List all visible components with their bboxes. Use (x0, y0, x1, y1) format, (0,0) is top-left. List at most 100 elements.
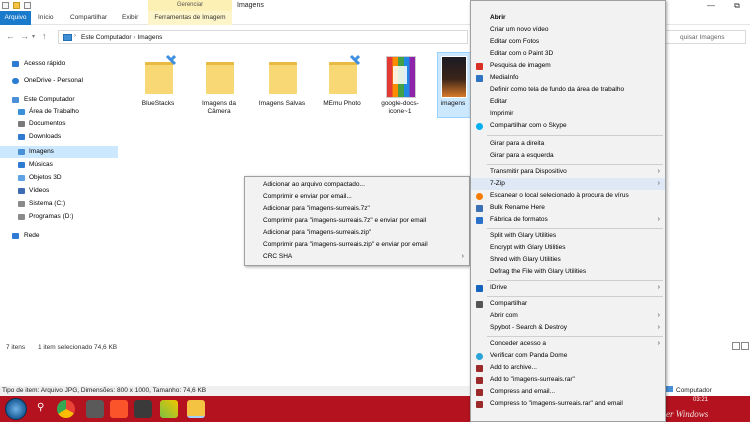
restore-button[interactable]: ⧉ (724, 0, 750, 11)
file-name: MEmu Photo (323, 100, 361, 107)
breadcrumb: Este Computador › Imagens (81, 34, 162, 41)
details-view-icon[interactable] (732, 342, 740, 350)
start-button[interactable] (5, 398, 27, 420)
breadcrumb-this-pc[interactable]: Este Computador (81, 34, 132, 41)
menu-item-share[interactable]: Compartilhar (471, 298, 665, 310)
sidebar-item-this-pc[interactable]: Este Computador (0, 94, 118, 106)
menu-item-new-video[interactable]: Criar um novo vídeo (471, 24, 665, 36)
menu-item[interactable]: Adicionar para "imagens-surreais.zip" (245, 227, 469, 239)
avast-icon (476, 193, 483, 200)
menu-item-mediainfo[interactable]: MediaInfo (471, 72, 665, 84)
menu-item-rar-email[interactable]: Compress and email... (471, 386, 665, 398)
menu-item-bulk-rename[interactable]: Bulk Rename Here (471, 202, 665, 214)
quick-access-toolbar (2, 2, 31, 9)
chrome-icon[interactable] (57, 400, 75, 418)
sidebar-item-onedrive[interactable]: OneDrive - Personal (0, 75, 118, 87)
tab-share[interactable]: Compartilhar (70, 11, 107, 25)
sidebar-item-videos[interactable]: Vídeos (0, 185, 118, 197)
menu-item[interactable]: Adicionar ao arquivo compactado... (245, 179, 469, 191)
new-folder-icon[interactable] (13, 2, 20, 9)
menu-item-print[interactable]: Imprimir (471, 108, 665, 120)
menu-item-open-with[interactable]: Abrir com › (471, 310, 665, 322)
brave-icon[interactable] (110, 400, 128, 418)
sidebar-item-network[interactable]: Rede (0, 230, 118, 242)
menu-item-give-access[interactable]: Conceder acesso a › (471, 338, 665, 350)
menu-item-cast[interactable]: Transmitir para Dispositivo › (471, 166, 665, 178)
search-icon[interactable]: ⚲ (37, 402, 44, 413)
properties-icon[interactable] (2, 2, 9, 9)
menu-item-crc-sha[interactable]: CRC SHA › (245, 251, 469, 263)
menu-item-rar-add-named[interactable]: Add to "imagens-surreais.rar" (471, 374, 665, 386)
sidebar-item-system-c[interactable]: Sistema (C:) (0, 198, 118, 210)
menu-item[interactable]: Comprimir para "imagens-surreais.zip" e … (245, 239, 469, 251)
manage-label: Gerenciar (176, 2, 204, 8)
sidebar-item-documents[interactable]: Documentos (0, 118, 118, 130)
menu-item-panda[interactable]: Verificar com Panda Dome (471, 350, 665, 362)
menu-item-rar-add[interactable]: Add to archive... (471, 362, 665, 374)
computer-label: Computador (666, 386, 712, 396)
menu-item-rotate-right[interactable]: Girar para a direita (471, 138, 665, 150)
large-icons-view-icon[interactable] (741, 342, 749, 350)
app-icon[interactable] (134, 400, 152, 418)
mediainfo-icon (476, 75, 483, 82)
back-arrow-icon[interactable]: ← (6, 31, 15, 41)
menu-item-spybot[interactable]: Spybot - Search & Destroy › (471, 322, 665, 334)
tab-view[interactable]: Exibir (122, 11, 138, 25)
app-icon[interactable] (86, 400, 104, 418)
menu-item[interactable]: Comprimir para "imagens-surreais.7z" e e… (245, 215, 469, 227)
menu-item-rar-email-named[interactable]: Compress to "imagens-surreais.rar" and e… (471, 398, 665, 410)
address-bar[interactable]: › Este Computador › Imagens (58, 30, 468, 44)
minimize-button[interactable]: — (698, 0, 724, 11)
sidebar-item-3d-objects[interactable]: Objetos 3D (0, 172, 118, 184)
panda-icon (476, 353, 483, 360)
tab-picture-tools[interactable]: Ferramentas de Imagem (148, 11, 232, 25)
menu-item-set-wallpaper[interactable]: Definir como tela de fundo da área de tr… (471, 84, 665, 96)
tab-file[interactable]: Arquivo (0, 11, 31, 25)
clock[interactable]: 03:21 (693, 397, 708, 403)
customize-icon[interactable] (24, 2, 31, 9)
list-item-selected[interactable]: imagens (433, 54, 473, 108)
menu-item-format-factory[interactable]: Fábrica de formatos › (471, 214, 665, 226)
menu-item-glary-split[interactable]: Split with Glary Utilities (471, 230, 665, 242)
file-name: Imagens Salvas (258, 100, 306, 107)
search-placeholder: quisar Imagens (680, 34, 725, 41)
menu-item-skype-share[interactable]: Compartilhar com o Skype (471, 120, 665, 132)
list-item[interactable]: google-docs-icone~1 (376, 54, 424, 116)
bluestacks-icon[interactable] (160, 400, 178, 418)
sidebar-item-pictures[interactable]: Imagens (0, 146, 118, 158)
menu-item[interactable]: Adicionar para "imagens-surreais.7z" (245, 203, 469, 215)
sidebar-item-downloads[interactable]: Downloads (0, 131, 118, 143)
list-item[interactable]: BlueStacks (134, 54, 182, 108)
folder-icon (204, 54, 234, 94)
tab-home[interactable]: Início (38, 11, 54, 25)
menu-item-7zip[interactable]: 7-Zip › (471, 178, 665, 190)
up-arrow-icon[interactable]: ↑ (42, 31, 47, 41)
menu-item-open[interactable]: Abrir (471, 12, 665, 24)
menu-item-rotate-left[interactable]: Girar para a esquerda (471, 150, 665, 162)
menu-item-paint3d[interactable]: Editar com o Paint 3D (471, 48, 665, 60)
menu-item-glary-defrag[interactable]: Defrag the File with Glary Utilities (471, 266, 665, 278)
breadcrumb-pictures[interactable]: Imagens (137, 34, 162, 41)
menu-item-glary-shred[interactable]: Shred with Glary Utilities (471, 254, 665, 266)
sidebar-item-programs-d[interactable]: Programas (D:) (0, 211, 118, 223)
chevron-right-icon: › (657, 312, 660, 319)
menu-item-edit-photos[interactable]: Editar com Fotos (471, 36, 665, 48)
list-item[interactable]: Imagens Salvas (258, 54, 306, 108)
menu-item-idrive[interactable]: IDrive › (471, 282, 665, 294)
list-item[interactable]: Imagens da Câmera (195, 54, 243, 116)
sidebar-item-desktop[interactable]: Área de Trabalho (0, 106, 118, 118)
sidebar-item-quick-access[interactable]: Acesso rápido (0, 58, 118, 70)
breadcrumb-separator-icon: › (74, 33, 76, 39)
context-menu: Abrir Criar um novo vídeo Editar com Fot… (470, 0, 666, 422)
file-name: BlueStacks (141, 100, 175, 107)
recent-locations-icon[interactable]: ▾ (32, 33, 35, 40)
menu-item-glary-encrypt[interactable]: Encrypt with Glary Utilities (471, 242, 665, 254)
menu-item-edit[interactable]: Editar (471, 96, 665, 108)
menu-item-virus-scan[interactable]: Escanear o local selecionado à procura d… (471, 190, 665, 202)
menu-item-image-search[interactable]: Pesquisa de imagem (471, 60, 665, 72)
list-item[interactable]: MEmu Photo (318, 54, 366, 108)
menu-item[interactable]: Comprimir e enviar por email... (245, 191, 469, 203)
forward-arrow-icon[interactable]: → (20, 31, 29, 41)
file-explorer-icon[interactable] (187, 400, 205, 418)
sidebar-item-music[interactable]: Músicas (0, 159, 118, 171)
